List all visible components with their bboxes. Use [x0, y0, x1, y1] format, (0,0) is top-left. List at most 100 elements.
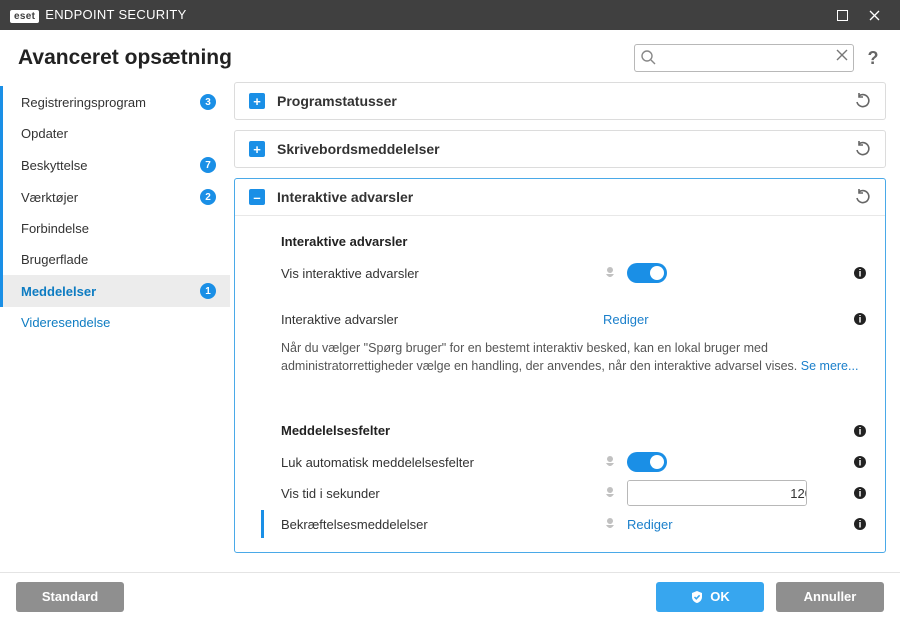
sidebar-item-label: Registreringsprogram	[21, 95, 194, 110]
panel-body-interactive-alerts: Interaktive advarsler Vis interaktive ad…	[235, 216, 885, 552]
svg-text:i: i	[859, 520, 862, 531]
panel-title: Skrivebordsmeddelelser	[277, 141, 440, 157]
sidebar-item-vaerktojer[interactable]: Værktøjer 2	[0, 181, 230, 213]
footer: Standard OK Annuller	[0, 572, 900, 620]
row-confirmation-messages: Bekræftelsesmeddelelser Rediger i	[261, 510, 867, 538]
setting-label: Bekræftelsesmeddelelser	[281, 517, 603, 532]
lock-icon	[603, 455, 617, 469]
expand-icon: +	[249, 93, 265, 109]
sidebar-item-opdater[interactable]: Opdater	[0, 118, 230, 149]
close-icon	[836, 49, 848, 61]
row-edit-interactive-alerts: Interaktive advarsler Rediger i	[281, 305, 867, 333]
panel-program-statuses: + Programstatusser	[234, 82, 886, 120]
reset-button[interactable]	[855, 141, 871, 157]
button-label: OK	[710, 589, 730, 604]
sidebar-item-label: Beskyttelse	[21, 158, 194, 173]
info-button[interactable]: i	[853, 486, 867, 500]
setting-label: Interaktive advarsler	[281, 312, 603, 327]
search-field-wrap	[634, 44, 854, 72]
sidebar-item-label: Videresendelse	[21, 315, 216, 330]
svg-text:i: i	[859, 489, 862, 500]
row-show-interactive-alerts: Vis interaktive advarsler i	[281, 259, 867, 287]
setting-label: Luk automatisk meddelelsesfelter	[281, 455, 603, 470]
sidebar-item-label: Forbindelse	[21, 221, 216, 236]
undo-icon	[855, 189, 871, 205]
panel-header-desktop-notifications[interactable]: + Skrivebordsmeddelelser	[235, 131, 885, 167]
lock-icon	[603, 486, 617, 500]
window-maximize-button[interactable]	[826, 0, 858, 30]
sidebar-item-brugerflade[interactable]: Brugerflade	[0, 244, 230, 275]
info-icon: i	[853, 312, 867, 326]
svg-text:i: i	[859, 458, 862, 469]
header-row: Avanceret opsætning ?	[0, 30, 900, 82]
setting-label: Vis tid i sekunder	[281, 486, 603, 501]
help-button[interactable]: ?	[864, 48, 882, 69]
sidebar: Registreringsprogram 3 Opdater Beskyttel…	[0, 82, 230, 572]
ok-button[interactable]: OK	[656, 582, 764, 612]
sidebar-badge: 2	[200, 189, 216, 205]
info-icon: i	[853, 424, 867, 438]
sidebar-item-forbindelse[interactable]: Forbindelse	[0, 213, 230, 244]
svg-text:i: i	[859, 269, 862, 280]
info-icon: i	[853, 266, 867, 280]
search-input[interactable]	[634, 44, 854, 72]
info-button[interactable]: i	[853, 517, 867, 531]
see-more-link[interactable]: Se mere...	[801, 359, 859, 373]
svg-text:i: i	[859, 426, 862, 437]
info-button[interactable]: i	[853, 312, 867, 326]
product-brand: eset ENDPOINT SECURITY	[10, 7, 187, 23]
button-label: Standard	[42, 589, 98, 604]
button-label: Annuller	[804, 589, 857, 604]
panel-desktop-notifications: + Skrivebordsmeddelelser	[234, 130, 886, 168]
panel-header-program-statuses[interactable]: + Programstatusser	[235, 83, 885, 119]
edit-link-confirmation[interactable]: Rediger	[627, 517, 673, 532]
page-title: Avanceret opsætning	[18, 46, 634, 70]
reset-button[interactable]	[855, 189, 871, 205]
toggle-auto-close[interactable]	[627, 452, 667, 472]
reset-button[interactable]	[855, 93, 871, 109]
info-button[interactable]: i	[853, 424, 867, 438]
product-name: ENDPOINT SECURITY	[45, 7, 186, 22]
section-heading-label: Meddelelsesfelter	[281, 423, 390, 438]
undo-icon	[855, 141, 871, 157]
sidebar-item-label: Brugerflade	[21, 252, 216, 267]
lock-icon	[603, 266, 617, 280]
info-icon: i	[853, 486, 867, 500]
content-area: + Programstatusser + Skrivebordsmeddelel…	[230, 82, 900, 572]
svg-text:i: i	[859, 315, 862, 326]
spin-input-show-time	[627, 480, 807, 506]
panel-header-interactive-alerts[interactable]: – Interaktive advarsler	[235, 179, 885, 216]
lock-icon	[603, 517, 617, 531]
sidebar-item-label: Meddelelser	[21, 284, 194, 299]
section-heading-interactive-alerts: Interaktive advarsler	[281, 234, 867, 249]
sidebar-item-meddelelser[interactable]: Meddelelser 1	[0, 275, 230, 307]
shield-icon	[690, 590, 704, 604]
toggle-show-interactive-alerts[interactable]	[627, 263, 667, 283]
window-close-button[interactable]	[858, 0, 890, 30]
sidebar-badge: 1	[200, 283, 216, 299]
default-button[interactable]: Standard	[16, 582, 124, 612]
row-show-time: Vis tid i sekunder	[281, 476, 867, 510]
close-icon	[869, 10, 880, 21]
info-icon: i	[853, 455, 867, 469]
row-auto-close: Luk automatisk meddelelsesfelter i	[281, 448, 867, 476]
panel-title: Interaktive advarsler	[277, 189, 413, 205]
section-heading-message-boxes: Meddelelsesfelter i	[281, 423, 867, 438]
sidebar-badge: 7	[200, 157, 216, 173]
setting-description: Når du vælger "Spørg bruger" for en best…	[281, 339, 867, 375]
sidebar-item-registreringsprogram[interactable]: Registreringsprogram 3	[0, 86, 230, 118]
edit-link-interactive-alerts[interactable]: Rediger	[603, 312, 649, 327]
info-button[interactable]: i	[853, 266, 867, 280]
sidebar-item-videresendelse[interactable]: Videresendelse	[0, 307, 230, 338]
show-time-input[interactable]	[628, 481, 807, 505]
info-button[interactable]: i	[853, 455, 867, 469]
collapse-icon: –	[249, 189, 265, 205]
panel-title: Programstatusser	[277, 93, 397, 109]
search-clear-button[interactable]	[836, 49, 848, 61]
cancel-button[interactable]: Annuller	[776, 582, 884, 612]
square-icon	[837, 10, 848, 21]
sidebar-badge: 3	[200, 94, 216, 110]
sidebar-item-beskyttelse[interactable]: Beskyttelse 7	[0, 149, 230, 181]
titlebar: eset ENDPOINT SECURITY	[0, 0, 900, 30]
brand-badge: eset	[10, 10, 39, 23]
